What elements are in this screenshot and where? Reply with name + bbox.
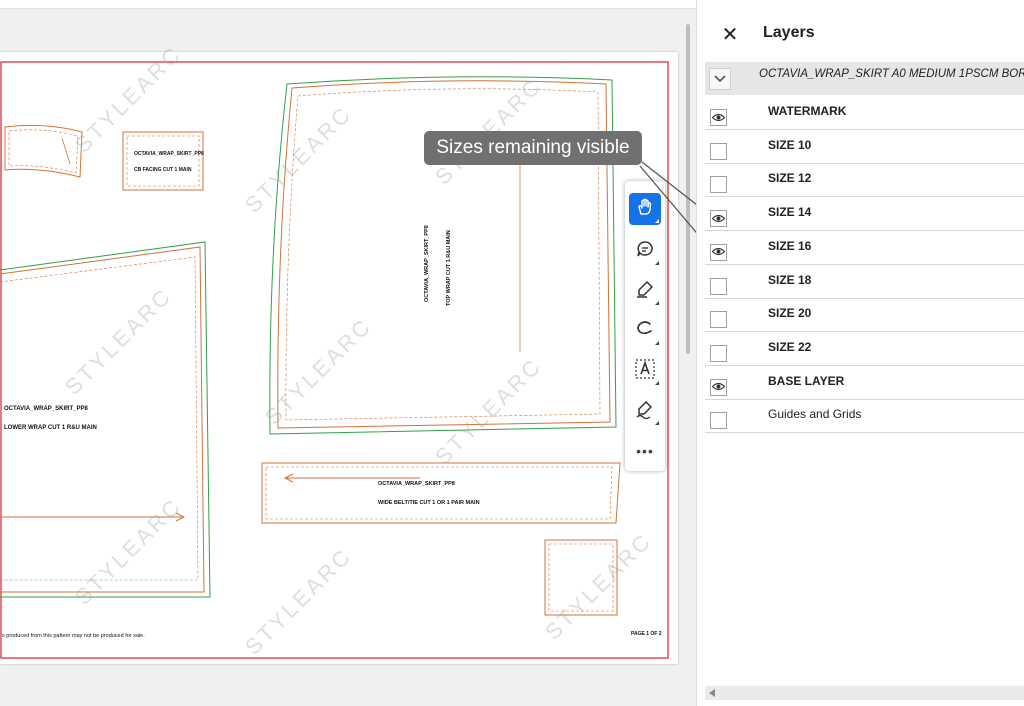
layer-row[interactable]: SIZE 20 <box>705 298 1024 333</box>
layer-row[interactable]: Guides and Grids <box>705 399 1024 434</box>
cb-facing-piece <box>122 131 204 191</box>
belt-title-label: OCTAVIA_WRAP_SKIRT_PP8 <box>378 481 455 487</box>
eye-icon <box>711 210 726 228</box>
signature-icon <box>635 399 655 424</box>
footer-note: s produced from this pattern may not be … <box>2 633 145 639</box>
more-tools-button[interactable]: ••• <box>629 435 661 467</box>
document-layer-group[interactable]: OCTAVIA_WRAP_SKIRT A0 MEDIUM 1PSCM BORDE… <box>705 62 1024 95</box>
lower-wrap-piece <box>0 241 211 598</box>
viewer-vertical-scrollbar[interactable] <box>686 24 690 354</box>
lower-title-label: OCTAVIA_WRAP_SKIRT_PP8 <box>4 406 88 412</box>
layer-name: Guides and Grids <box>768 407 862 422</box>
draw-tool-button[interactable] <box>629 315 661 347</box>
more-icon: ••• <box>636 443 654 459</box>
chevron-down-icon <box>714 70 726 88</box>
layer-name: SIZE 16 <box>768 238 812 253</box>
layer-name: SIZE 12 <box>768 171 812 186</box>
comment-icon <box>635 239 655 264</box>
layer-name: SIZE 14 <box>768 205 812 220</box>
lower-cut-label: LOWER WRAP CUT 1 R&U MAIN <box>4 425 97 431</box>
text-box-icon <box>634 358 656 385</box>
layer-row[interactable]: SIZE 18 <box>705 265 1024 299</box>
close-panel-button[interactable]: ✕ <box>719 23 741 46</box>
hand-tool-button[interactable] <box>629 193 661 225</box>
visibility-toggle[interactable] <box>710 210 727 228</box>
visibility-toggle[interactable] <box>710 277 727 295</box>
visibility-toggle[interactable] <box>710 142 727 160</box>
document-viewer[interactable]: STYLEARC STYLEARC STYLEARC STYLEARC STYL… <box>0 0 696 706</box>
facing-cut-label: CB FACING CUT 1 MAIN <box>134 167 192 173</box>
layer-row[interactable]: WATERMARK <box>705 96 1024 130</box>
visibility-toggle[interactable] <box>710 243 727 261</box>
facing-piece <box>4 124 83 178</box>
belt-piece <box>261 462 621 524</box>
close-icon: ✕ <box>721 23 739 46</box>
belt-cut-label: WIDE BELT/TIE CUT 1 OR 1 PAIR MAIN <box>378 500 480 506</box>
layer-name: BASE LAYER <box>768 373 845 388</box>
highlight-tool-button[interactable] <box>629 275 661 307</box>
eye-icon <box>711 378 726 396</box>
visibility-toggle[interactable] <box>710 311 727 329</box>
layer-row[interactable]: SIZE 16 <box>705 231 1024 265</box>
page-number: PAGE 1 OF 2 <box>631 631 662 637</box>
text-tool-button[interactable] <box>629 355 661 387</box>
layer-name: WATERMARK <box>768 104 847 118</box>
panel-top-bar <box>697 0 1024 8</box>
visibility-toggle[interactable] <box>710 344 727 362</box>
facing-title-label: OCTAVIA_WRAP_SKIRT_PP8 <box>134 151 204 157</box>
viewer-top-bar <box>0 0 696 9</box>
top-title-label: OCTAVIA_WRAP_SKIRT_PP8 <box>424 225 430 302</box>
hand-icon <box>635 197 655 222</box>
freehand-draw-icon <box>635 319 655 344</box>
layers-panel: ✕ Layers OCTAVIA_WRAP_SKIRT A0 MEDIUM 1P… <box>696 0 1024 706</box>
scroll-left-icon[interactable] <box>709 689 715 697</box>
layer-row[interactable]: SIZE 12 <box>705 163 1024 198</box>
sign-tool-button[interactable] <box>629 395 661 427</box>
collapse-toggle[interactable] <box>709 68 731 90</box>
visibility-toggle[interactable] <box>710 378 727 396</box>
visibility-toggle[interactable] <box>710 176 727 194</box>
layer-name: SIZE 18 <box>768 272 812 287</box>
visibility-toggle[interactable] <box>710 109 727 126</box>
layer-row[interactable]: SIZE 22 <box>705 332 1024 366</box>
annotation-callout: Sizes remaining visible <box>424 131 642 165</box>
eye-icon <box>711 109 726 127</box>
highlighter-icon <box>635 279 655 304</box>
layer-row[interactable]: SIZE 10 <box>705 130 1024 164</box>
eye-icon <box>711 243 726 261</box>
quick-tools-toolbar: ••• <box>625 181 665 471</box>
document-name: OCTAVIA_WRAP_SKIRT A0 MEDIUM 1PSCM BORDE… <box>759 68 1024 80</box>
layer-name: SIZE 20 <box>768 306 812 321</box>
layer-row[interactable]: BASE LAYER <box>705 366 1024 400</box>
panel-horizontal-scrollbar[interactable] <box>705 686 1024 700</box>
panel-title: Layers <box>763 24 815 41</box>
layer-name: SIZE 22 <box>768 339 812 354</box>
visibility-toggle[interactable] <box>710 412 727 430</box>
top-cut-label: TOP WRAP CUT 1 R&U MAIN <box>446 230 452 306</box>
comment-tool-button[interactable] <box>629 235 661 267</box>
layer-name: SIZE 10 <box>768 137 812 152</box>
layer-row[interactable]: SIZE 14 <box>705 197 1024 232</box>
